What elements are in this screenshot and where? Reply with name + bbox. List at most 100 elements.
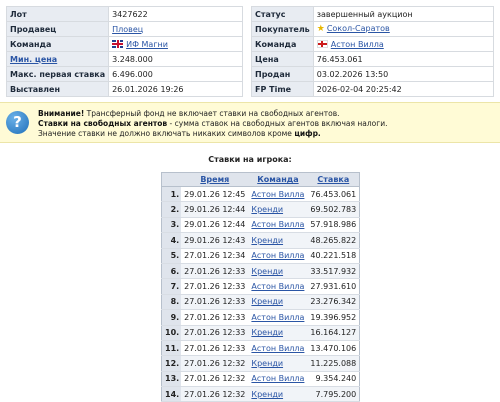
left_info-value: 3427622 (112, 9, 148, 19)
bid-time: 29.01.26 12:44 (181, 201, 249, 218)
right_info-value[interactable]: Астон Вилла (331, 40, 384, 49)
right_info-value-cell: ★ Сокол-Саратов (312, 21, 495, 37)
bid-row: 11. 27.01.26 12:33 Астон Вилла 13.470.106 (161, 340, 360, 357)
right_info-row: Продан 03.02.2026 13:50 (251, 66, 495, 82)
left_info-value-cell: 26.01.2026 19:26 (108, 81, 243, 97)
bid-number: 11. (161, 340, 182, 357)
left_info-value-cell: Пловец (108, 21, 243, 37)
right_info-value: 03.02.2026 13:50 (316, 69, 389, 79)
bid-team-cell: Астон Вилла (248, 217, 308, 234)
bid-row: 9. 27.01.26 12:33 Астон Вилла 19.396.952 (161, 309, 360, 326)
bid-number: 8. (161, 294, 182, 311)
bid-team-link[interactable]: Астон Вилла (251, 190, 304, 199)
bid-number: 4. (161, 232, 182, 249)
bid-team-link[interactable]: Кренди (251, 390, 283, 399)
bid-time: 27.01.26 12:33 (181, 263, 249, 280)
bid-number: 10. (161, 325, 182, 341)
right_info-key-cell: Покупатель (251, 21, 314, 37)
right_info-value-cell: 76.453.061 (312, 51, 495, 67)
left_info-value-cell: 3427622 (108, 6, 243, 22)
bid-team-cell: Кренди (248, 201, 308, 218)
bid-amount: 16.164.127 (307, 325, 360, 341)
bids-header-num (161, 172, 182, 187)
lot-info-table: Лот 3427622 Продавец Пловец Команда ИФ Магни М… (5, 6, 243, 97)
left_info-row: Команда ИФ Магни (5, 36, 243, 52)
left_info-row: Продавец Пловец (5, 21, 243, 37)
left_info-value: 3.248.000 (112, 54, 153, 64)
notice-text: Внимание! Трансферный фонд не включает с… (38, 109, 387, 139)
bid-time: 27.01.26 12:33 (181, 325, 249, 341)
right_info-value-cell: 2026-02-04 20:25:42 (312, 81, 495, 97)
bid-time: 29.01.26 12:45 (181, 186, 249, 203)
notice-line1: Трансферный фонд не включает ставки на с… (84, 109, 340, 118)
right_info-value: завершенный аукцион (316, 9, 413, 19)
left_info-value[interactable]: Пловец (112, 25, 143, 34)
notice-line3: Значение ставки не должно включать никак… (38, 129, 295, 138)
sort-team-link[interactable]: Команда (248, 172, 308, 187)
bid-number: 12. (161, 355, 182, 372)
bid-number: 3. (161, 217, 182, 234)
left_info-value[interactable]: ИФ Магни (126, 40, 168, 49)
bid-team-link[interactable]: Астон Вилла (251, 282, 304, 291)
bids-table: Время Команда Ставка 1. 29.01.26 12:45 Аст… (161, 172, 361, 402)
bid-team-link[interactable]: Кренди (251, 297, 283, 306)
bid-team-link[interactable]: Астон Вилла (251, 251, 304, 260)
sort-time-link[interactable]: Время (181, 172, 249, 187)
bid-row: 5. 27.01.26 12:34 Астон Вилла 40.221.518 (161, 248, 360, 264)
bid-row: 14. 27.01.26 12:32 Кренди 7.795.200 (161, 386, 360, 402)
star-icon: ★ (316, 24, 325, 34)
bid-row: 2. 29.01.26 12:44 Кренди 69.502.783 (161, 201, 360, 218)
right_info-key: FP Time (255, 84, 292, 94)
bids-header-row: Время Команда Ставка (161, 172, 360, 187)
bid-number: 2. (161, 201, 182, 218)
bid-number: 14. (161, 386, 182, 402)
left_info-row: Лот 3427622 (5, 6, 243, 22)
bid-amount: 69.502.783 (307, 201, 360, 218)
bid-team-link[interactable]: Кренди (251, 205, 283, 214)
bid-team-link[interactable]: Астон Вилла (251, 374, 304, 383)
sort-amount-link[interactable]: Ставка (307, 172, 360, 187)
right_info-row: Статус завершенный аукцион (251, 6, 495, 22)
england-flag-icon (316, 39, 328, 48)
left_info-key-cell: Команда (5, 36, 110, 52)
bid-amount: 23.276.342 (307, 294, 360, 311)
bid-row: 4. 29.01.26 12:43 Кренди 48.265.822 (161, 232, 360, 249)
bid-team-cell: Астон Вилла (248, 248, 308, 264)
left_info-key[interactable]: Мин. цена (10, 55, 57, 64)
left_info-key: Продавец (10, 24, 57, 34)
bid-team-link[interactable]: Астон Вилла (251, 313, 304, 322)
bid-amount: 33.517.932 (307, 263, 360, 280)
bid-team-link[interactable]: Кренди (251, 267, 283, 276)
bid-team-link[interactable]: Кренди (251, 236, 283, 245)
bid-time: 27.01.26 12:33 (181, 340, 249, 357)
bid-amount: 40.221.518 (307, 248, 360, 264)
bid-team-cell: Астон Вилла (248, 309, 308, 326)
bid-team-link[interactable]: Астон Вилла (251, 220, 304, 229)
left_info-key: Команда (10, 39, 52, 49)
bid-team-link[interactable]: Кренди (251, 328, 283, 337)
right_info-value: 2026-02-04 20:25:42 (316, 84, 402, 94)
bid-team-link[interactable]: Астон Вилла (251, 344, 304, 353)
bid-team-cell: Кренди (248, 355, 308, 372)
bid-row: 7. 27.01.26 12:33 Астон Вилла 27.931.610 (161, 278, 360, 295)
left_info-value-cell: 6.496.000 (108, 66, 243, 82)
bid-amount: 48.265.822 (307, 232, 360, 249)
left_info-key: Макс. первая ставка (10, 69, 106, 79)
bid-number: 13. (161, 371, 182, 388)
bid-team-cell: Астон Вилла (248, 278, 308, 295)
bid-row: 1. 29.01.26 12:45 Астон Вилла 76.453.061 (161, 186, 360, 203)
left_info-key: Лот (10, 9, 27, 19)
left_info-row: Мин. цена 3.248.000 (5, 51, 243, 67)
left_info-key-cell: Выставлен (5, 81, 110, 97)
right_info-value[interactable]: Сокол-Саратов (327, 24, 390, 33)
left_info-key: Выставлен (10, 84, 60, 94)
right_info-key-cell: Команда (251, 36, 314, 52)
bid-team-link[interactable]: Кренди (251, 359, 283, 368)
notice-box: ? Внимание! Трансферный фонд не включает… (0, 102, 500, 143)
left_info-row: Выставлен 26.01.2026 19:26 (5, 81, 243, 97)
left_info-value: 26.01.2026 19:26 (112, 84, 184, 94)
bid-row: 12. 27.01.26 12:32 Кренди 11.225.088 (161, 355, 360, 372)
left_info-key-cell: Макс. первая ставка (5, 66, 110, 82)
sale-info-table: Статус завершенный аукцион Покупатель ★ Соко… (251, 6, 495, 97)
bid-amount: 9.354.240 (307, 371, 360, 388)
